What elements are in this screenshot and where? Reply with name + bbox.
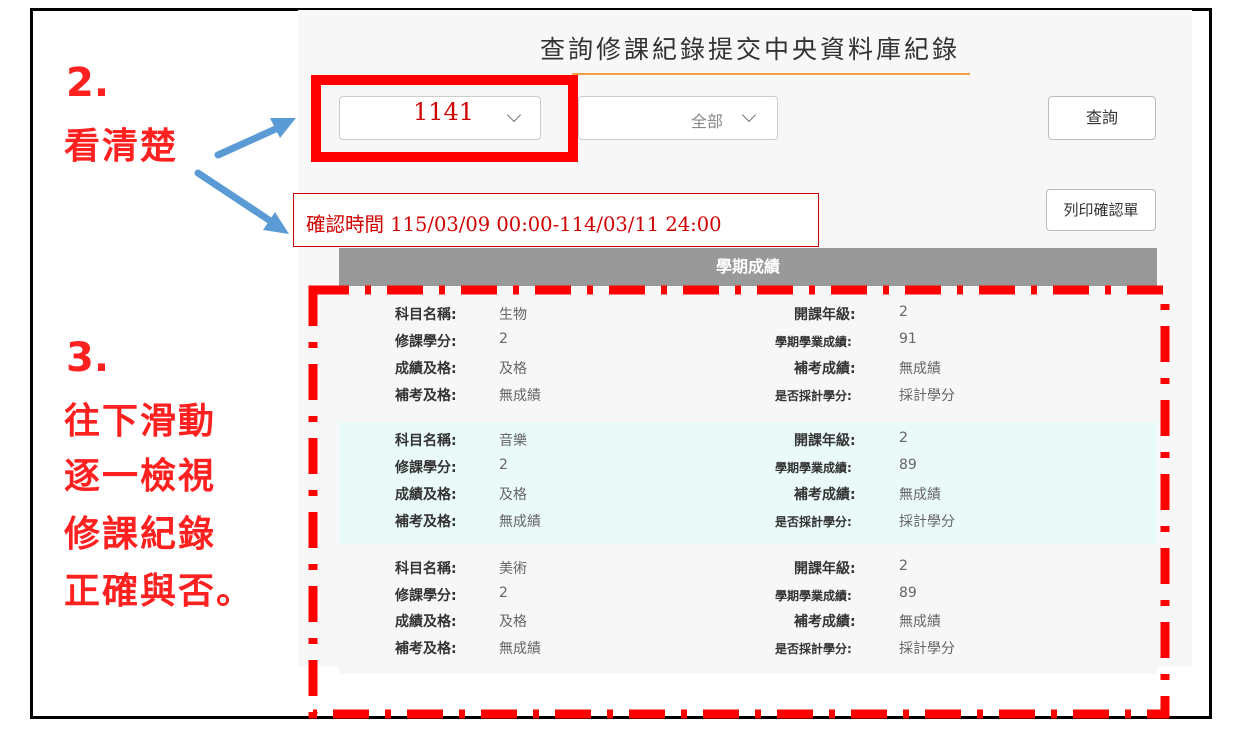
step3-line: 逐一檢視 [64,456,217,497]
arrow-icon [214,118,296,159]
step3-line: 修課紀錄 [64,514,217,555]
arrow-icon [194,169,289,234]
course-list-highlight-box [308,285,1170,719]
annotation-overlay [194,118,1170,719]
step3-number: 3. [66,335,110,381]
step3-line: 正確與否。 [64,571,255,612]
step2-number: 2. [66,60,110,106]
step2-text: 看清楚 [64,126,179,167]
step3-line: 往下滑動 [64,401,217,442]
